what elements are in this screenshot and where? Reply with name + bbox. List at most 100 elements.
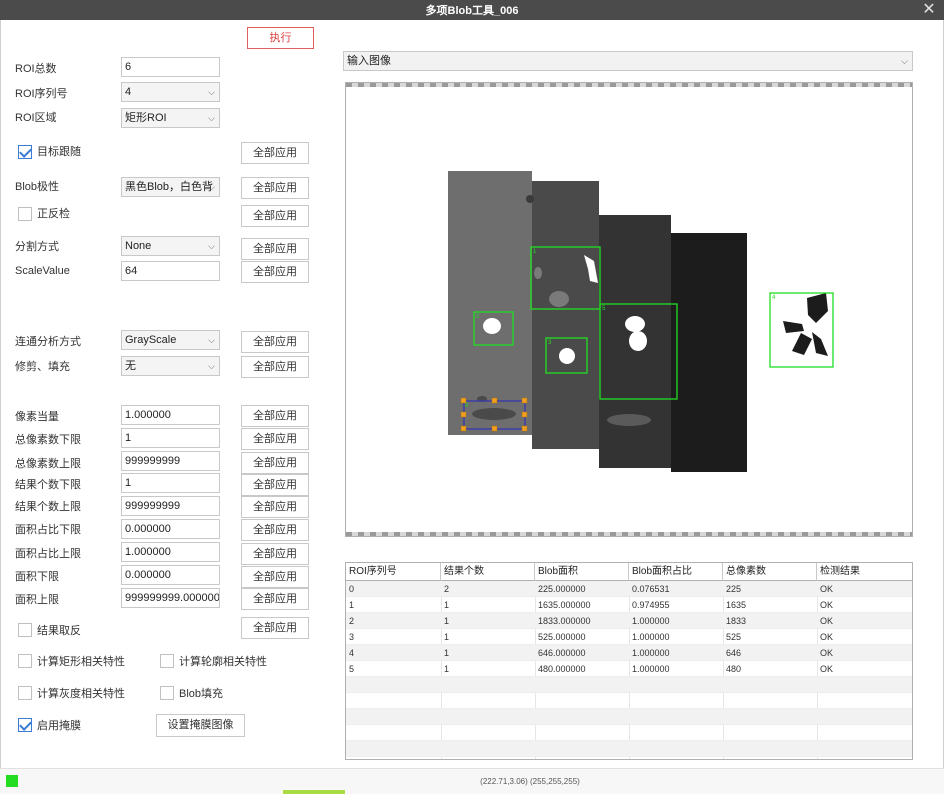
trim-fill-label: 修剪、填充	[15, 361, 70, 373]
image-source-select[interactable]: 输入图像 ⌵	[343, 51, 913, 71]
result-invert-checkbox[interactable]	[18, 623, 32, 637]
table-row[interactable]: 5 1 480.000000 1.000000 480 OK	[346, 661, 912, 677]
scale-value-input[interactable]: 64	[121, 261, 220, 281]
cell-blob-area-ratio: 1.000000	[632, 616, 670, 626]
apply-all-area-ratio-max-button[interactable]: 全部应用	[241, 543, 309, 565]
green-strip	[283, 790, 345, 794]
blob-fill-checkbox[interactable]	[160, 686, 174, 700]
apply-all-area-ratio-min-button[interactable]: 全部应用	[241, 519, 309, 541]
apply-all-result-count-max-button[interactable]: 全部应用	[241, 496, 309, 518]
cell-blob-area: 225.000000	[538, 584, 586, 594]
cell-detection-result: OK	[820, 648, 834, 658]
table-row[interactable]	[346, 693, 912, 709]
roi-region-select[interactable]: 矩形ROI ⌵	[121, 108, 220, 128]
roi-index-select[interactable]: 4 ⌵	[121, 82, 220, 102]
blob-polarity-value: 黑色Blob，白色背	[125, 181, 214, 193]
apply-all-area-min-button[interactable]: 全部应用	[241, 566, 309, 588]
target-follow-label: 目标跟随	[37, 146, 81, 158]
trim-fill-select[interactable]: 无 ⌵	[121, 356, 220, 376]
image-viewer[interactable]: 0 1 2 3 4 5	[345, 82, 913, 537]
cell-roi-index: 1	[349, 600, 355, 610]
roi-count-label: ROI总数	[15, 63, 57, 75]
pos-neg-check-checkbox[interactable]	[18, 207, 32, 221]
total-px-max-input[interactable]: 999999999	[121, 451, 220, 471]
table-row[interactable]: 0 2 225.000000 0.076531 225 OK	[346, 581, 912, 597]
cell-blob-area-ratio: 1.000000	[632, 648, 670, 658]
area-ratio-min-input[interactable]: 0.000000	[121, 519, 220, 539]
apply-all-split-button[interactable]: 全部应用	[241, 238, 309, 260]
split-mode-value: None	[125, 240, 152, 252]
results-table[interactable]: ROI序列号 结果个数 Blob面积 Blob面积占比 总像素数 检测结果 0 2…	[345, 562, 913, 760]
table-row[interactable]	[346, 741, 912, 757]
cell-total-pixels: 1635	[726, 600, 747, 610]
apply-all-result-count-min-button[interactable]: 全部应用	[241, 474, 309, 496]
apply-all-area-max-button[interactable]: 全部应用	[241, 588, 309, 610]
roi-count-input[interactable]: 6	[121, 57, 220, 77]
apply-all-pixel-equiv-button[interactable]: 全部应用	[241, 405, 309, 427]
cell-result-count: 1	[444, 664, 450, 674]
roi-region-label: ROI区域	[15, 112, 57, 124]
table-row[interactable]	[346, 677, 912, 693]
col-total-pixels[interactable]: 总像素数	[723, 563, 817, 581]
chevron-down-icon: ⌵	[901, 56, 908, 66]
apply-all-total-px-max-button[interactable]: 全部应用	[241, 452, 309, 474]
apply-all-total-px-min-button[interactable]: 全部应用	[241, 428, 309, 450]
apply-all-connectivity-button[interactable]: 全部应用	[241, 331, 309, 353]
apply-all-trim-button[interactable]: 全部应用	[241, 356, 309, 378]
area-ratio-max-input[interactable]: 1.000000	[121, 542, 220, 562]
result-count-max-input[interactable]: 999999999	[121, 496, 220, 516]
apply-all-scale-button[interactable]: 全部应用	[241, 261, 309, 283]
apply-all-polarity-button[interactable]: 全部应用	[241, 177, 309, 199]
close-icon[interactable]: ✕	[920, 1, 938, 19]
apply-all-pos-neg-button[interactable]: 全部应用	[241, 205, 309, 227]
apply-all-target-follow-button[interactable]: 全部应用	[241, 142, 309, 164]
calc-gray-checkbox[interactable]	[18, 686, 32, 700]
cell-roi-index: 4	[349, 648, 355, 658]
total-px-min-input[interactable]: 1	[121, 428, 220, 448]
set-mask-image-button[interactable]: 设置掩膜图像	[156, 714, 245, 737]
apply-all-result-invert-button[interactable]: 全部应用	[241, 617, 309, 639]
blob-white-1	[483, 318, 501, 334]
target-follow-checkbox[interactable]	[18, 145, 32, 159]
table-header: ROI序列号 结果个数 Blob面积 Blob面积占比 总像素数 检测结果	[346, 563, 912, 581]
calc-contour-checkbox[interactable]	[160, 654, 174, 668]
blob-white-5	[629, 331, 647, 351]
table-row[interactable]	[346, 725, 912, 741]
col-detection-result[interactable]: 检测结果	[817, 563, 912, 581]
result-count-min-input[interactable]: 1	[121, 473, 220, 493]
table-row[interactable]: 4 1 646.000000 1.000000 646 OK	[346, 645, 912, 661]
enable-mask-checkbox[interactable]	[18, 718, 32, 732]
col-blob-area-ratio[interactable]: Blob面积占比	[629, 563, 723, 581]
cell-blob-area: 1635.000000	[538, 600, 591, 610]
cell-result-count: 2	[444, 584, 450, 594]
area-max-input[interactable]: 999999999.000000	[121, 588, 220, 608]
total-px-min-label: 总像素数下限	[15, 434, 81, 446]
area-min-input[interactable]: 0.000000	[121, 565, 220, 585]
connectivity-select[interactable]: GrayScale ⌵	[121, 330, 220, 350]
chevron-down-icon: ⌵	[208, 361, 215, 371]
col-roi-index[interactable]: ROI序列号	[346, 563, 441, 581]
table-row[interactable]: 3 1 525.000000 1.000000 525 OK	[346, 629, 912, 645]
split-mode-select[interactable]: None ⌵	[121, 236, 220, 256]
trim-fill-value: 无	[125, 360, 136, 372]
blob-polarity-select[interactable]: 黑色Blob，白色背 ⌵	[121, 177, 220, 197]
area-max-label: 面积上限	[15, 594, 59, 606]
result-count-min-label: 结果个数下限	[15, 479, 81, 491]
calc-rect-checkbox[interactable]	[18, 654, 32, 668]
pixel-equiv-input[interactable]: 1.000000	[121, 405, 220, 425]
blob-dark-3	[526, 195, 534, 203]
col-blob-area[interactable]: Blob面积	[535, 563, 629, 581]
image-block-gray-2	[532, 181, 599, 449]
pos-neg-check-label: 正反检	[37, 208, 70, 220]
table-row[interactable]: 2 1 1833.000000 1.000000 1833 OK	[346, 613, 912, 629]
roi-label-4: 4	[772, 295, 776, 301]
execute-button[interactable]: 执行	[247, 27, 314, 49]
table-row[interactable]: 1 1 1635.000000 0.974955 1635 OK	[346, 597, 912, 613]
image-block-gray-1	[448, 171, 532, 435]
area-ratio-max-label: 面积占比上限	[15, 548, 81, 560]
col-result-count[interactable]: 结果个数	[441, 563, 535, 581]
cell-roi-index: 5	[349, 664, 355, 674]
blob-polarity-label: Blob极性	[15, 181, 60, 193]
result-invert-label: 结果取反	[37, 625, 81, 637]
table-row[interactable]	[346, 709, 912, 725]
